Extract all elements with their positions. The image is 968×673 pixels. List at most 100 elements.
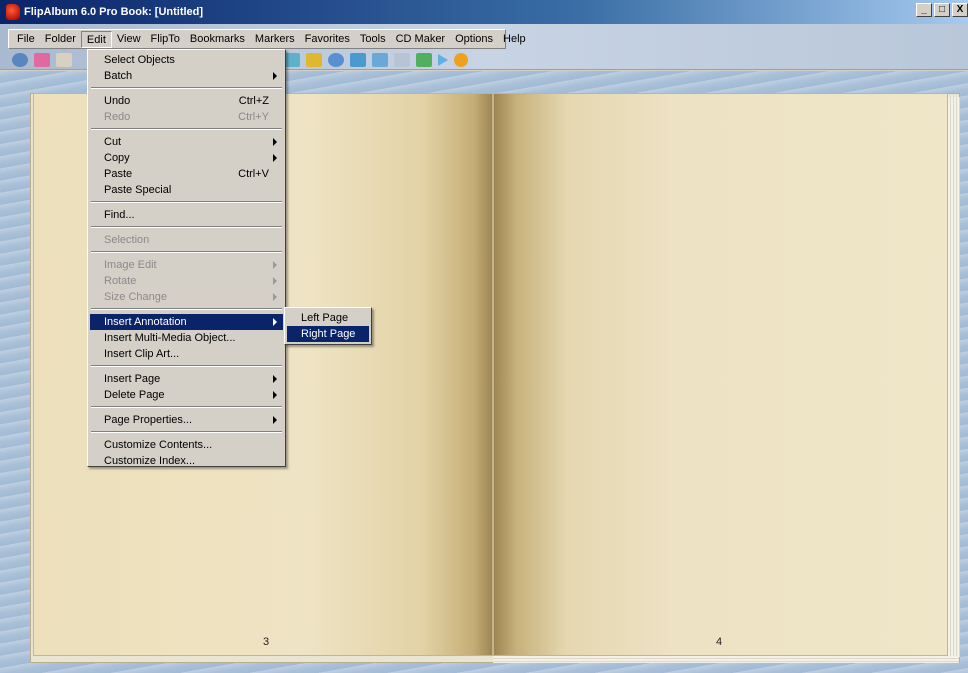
- menu-separator: [91, 431, 282, 433]
- menu-separator: [91, 128, 282, 130]
- film-icon[interactable]: [394, 53, 410, 67]
- menu-separator: [91, 251, 282, 253]
- menu-tools[interactable]: Tools: [355, 31, 391, 48]
- record-icon[interactable]: [454, 53, 468, 67]
- submenu-arrow-icon: [273, 416, 277, 424]
- submenu-arrow-icon: [273, 138, 277, 146]
- menu-item-label: Insert Clip Art...: [104, 348, 180, 360]
- menu-item-size-change[interactable]: Size Change: [90, 289, 283, 305]
- menu-item-label: Paste: [104, 168, 133, 180]
- right-page[interactable]: 4: [493, 93, 948, 656]
- tree-icon[interactable]: [416, 53, 432, 67]
- menu-item-insert-annotation[interactable]: Insert Annotation: [90, 314, 283, 330]
- menu-item-label: Rotate: [104, 275, 137, 287]
- menu-separator: [91, 308, 282, 310]
- menu-item-label: Undo: [104, 95, 131, 107]
- submenu-arrow-icon: [273, 318, 277, 326]
- submenu-arrow-icon: [273, 72, 277, 80]
- menu-cd-maker[interactable]: CD Maker: [391, 31, 451, 48]
- page-icon[interactable]: [34, 53, 50, 67]
- menu-edit[interactable]: Edit: [80, 30, 112, 48]
- window-title: FlipAlbum 6.0 Pro Book: [Untitled]: [24, 6, 204, 18]
- menu-item-label: Size Change: [104, 291, 167, 303]
- menu-item-label: Select Objects: [104, 54, 175, 66]
- submenu-item-left-page[interactable]: Left Page: [287, 310, 369, 326]
- view-icon[interactable]: [12, 53, 28, 67]
- menu-item-page-properties[interactable]: Page Properties...: [90, 412, 283, 428]
- submenu-arrow-icon: [273, 154, 277, 162]
- menu-item-insert-page[interactable]: Insert Page: [90, 371, 283, 387]
- menu-markers[interactable]: Markers: [250, 31, 300, 48]
- thumbnail-icon[interactable]: [56, 53, 72, 67]
- submenu-arrow-icon: [273, 261, 277, 269]
- menu-item-rotate[interactable]: Rotate: [90, 273, 283, 289]
- left-page-number: 3: [263, 636, 270, 648]
- submenu-item-right-page[interactable]: Right Page: [287, 326, 369, 342]
- menu-separator: [91, 365, 282, 367]
- menu-separator: [91, 226, 282, 228]
- page-stack-edge: [948, 97, 960, 657]
- menu-item-label: Copy: [104, 152, 130, 164]
- menu-item-label: Insert Multi-Media Object...: [104, 332, 236, 344]
- insert-icon[interactable]: [350, 53, 366, 67]
- clock-icon[interactable]: [328, 53, 344, 67]
- menu-item-batch[interactable]: Batch: [90, 68, 283, 84]
- menu-bookmarks[interactable]: Bookmarks: [185, 31, 250, 48]
- menu-item-customize-contents[interactable]: Customize Contents...: [90, 437, 283, 453]
- menu-separator: [91, 406, 282, 408]
- menu-item-redo[interactable]: Redo Ctrl+Y: [90, 109, 283, 125]
- submenu-arrow-icon: [273, 277, 277, 285]
- tag-icon[interactable]: [284, 53, 300, 67]
- menu-item-select-objects[interactable]: Select Objects: [90, 52, 283, 68]
- maximize-button[interactable]: □: [934, 3, 950, 17]
- menu-options[interactable]: Options: [450, 31, 498, 48]
- menu-item-label: Selection: [104, 234, 150, 246]
- menu-item-label: Customize Contents...: [104, 439, 213, 451]
- menu-help[interactable]: Help: [498, 31, 531, 48]
- menu-favorites[interactable]: Favorites: [300, 31, 355, 48]
- menu-item-customize-index[interactable]: Customize Index...: [90, 453, 283, 469]
- menu-view[interactable]: View: [112, 31, 146, 48]
- menu-item-label: Page Properties...: [104, 414, 193, 426]
- menu-item-delete-page[interactable]: Delete Page: [90, 387, 283, 403]
- title-bar: FlipAlbum 6.0 Pro Book: [Untitled] _ □ X: [0, 0, 968, 24]
- submenu-arrow-icon: [273, 293, 277, 301]
- menu-separator: [91, 87, 282, 89]
- menu-bar: File Folder Edit View FlipTo Bookmarks M…: [8, 29, 526, 49]
- submenu-arrow-icon: [273, 375, 277, 383]
- menu-item-label: Customize Index...: [104, 455, 196, 467]
- window-controls: _ □ X: [914, 3, 968, 17]
- menu-item-copy[interactable]: Copy: [90, 150, 283, 166]
- menu-separator: [91, 201, 282, 203]
- submenu-arrow-icon: [273, 391, 277, 399]
- menu-item-label: Find...: [104, 209, 135, 221]
- menu-item-label: Insert Annotation: [104, 316, 187, 328]
- shortcut-label: Ctrl+Z: [238, 95, 269, 107]
- menu-item-insert-clip-art[interactable]: Insert Clip Art...: [90, 346, 283, 362]
- play-icon[interactable]: [438, 54, 448, 66]
- menu-flipto[interactable]: FlipTo: [146, 31, 185, 48]
- menu-item-label: Paste Special: [104, 184, 172, 196]
- menu-item-selection[interactable]: Selection: [90, 232, 283, 248]
- flipalbum-app-icon[interactable]: [6, 4, 20, 20]
- grid-icon[interactable]: [306, 53, 322, 67]
- menu-item-label: Cut: [104, 136, 122, 148]
- menu-item-undo[interactable]: Undo Ctrl+Z: [90, 93, 283, 109]
- page-stack-bottom: [493, 656, 959, 663]
- menu-item-label: Image Edit: [104, 259, 157, 271]
- right-page-number: 4: [716, 636, 723, 648]
- shortcut-label: Ctrl+Y: [238, 111, 269, 123]
- menu-item-image-edit[interactable]: Image Edit: [90, 257, 283, 273]
- menu-item-label: Insert Page: [104, 373, 161, 385]
- photo-icon[interactable]: [372, 53, 388, 67]
- menu-item-paste[interactable]: Paste Ctrl+V: [90, 166, 283, 182]
- menu-folder[interactable]: Folder: [40, 31, 81, 48]
- menu-item-cut[interactable]: Cut: [90, 134, 283, 150]
- menu-item-insert-multimedia[interactable]: Insert Multi-Media Object...: [90, 330, 283, 346]
- menu-file[interactable]: File: [12, 31, 40, 48]
- menu-item-label: Delete Page: [104, 389, 165, 401]
- close-button[interactable]: X: [952, 3, 968, 17]
- menu-item-paste-special[interactable]: Paste Special: [90, 182, 283, 198]
- menu-item-find[interactable]: Find...: [90, 207, 283, 223]
- minimize-button[interactable]: _: [916, 3, 932, 17]
